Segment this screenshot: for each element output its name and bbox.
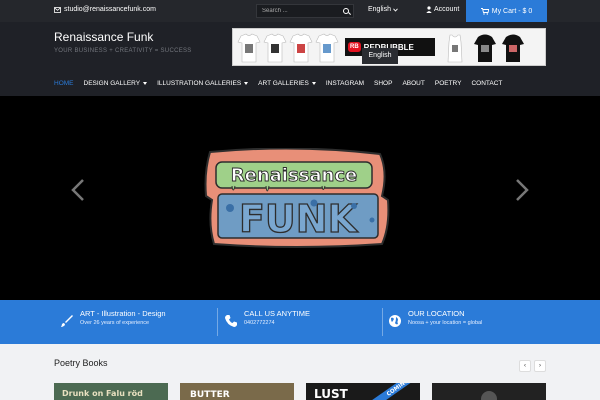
language-dropdown-option[interactable]: English <box>362 48 398 64</box>
hoodie-thumbnail <box>502 34 524 62</box>
tank-top-thumbnail <box>447 34 463 63</box>
poetry-books-section: Poetry Books ‹ › Drunk on Falu röd BUTTE… <box>0 344 600 400</box>
cart-icon <box>480 7 489 15</box>
account-link[interactable]: Account <box>426 6 459 13</box>
books-prev-button[interactable]: ‹ <box>519 360 531 372</box>
globe-icon <box>389 315 401 327</box>
search-icon[interactable] <box>343 8 349 14</box>
tshirt-thumbnail <box>237 33 261 63</box>
nav-art-galleries[interactable]: ART GALLERIES <box>258 80 316 87</box>
language-label: English <box>368 6 391 13</box>
feature-divider <box>382 308 383 336</box>
cart-label: My Cart - $ 0 <box>491 7 533 15</box>
account-label: Account <box>434 6 460 13</box>
book-title: Drunk on Falu röd <box>62 389 143 398</box>
nav-shop[interactable]: SHOP <box>374 80 392 87</box>
book-cover[interactable]: LUST COMING <box>306 383 420 400</box>
tshirt-thumbnail <box>263 33 287 63</box>
feature-subtitle: Noosa + your location = global <box>408 320 483 326</box>
nav-label: POETRY <box>434 80 462 87</box>
feature-title: CALL US ANYTIME <box>244 309 310 318</box>
nav-label: INSTAGRAM <box>325 80 365 87</box>
feature-subtitle[interactable]: 0402772274 <box>244 320 275 326</box>
hoodie-thumbnail <box>474 34 496 62</box>
user-icon <box>426 6 432 13</box>
logo-text-renaissance: Renaissance <box>231 165 357 186</box>
nav-contact[interactable]: CONTACT <box>471 80 502 87</box>
cart-button[interactable]: My Cart - $ 0 <box>466 0 547 22</box>
nav-home[interactable]: HOME <box>54 80 74 87</box>
caret-down-icon <box>143 82 148 85</box>
slider-prev-arrow-icon[interactable] <box>70 178 86 202</box>
nav-illustration-galleries[interactable]: ILLUSTRATION GALLERIES <box>157 80 249 87</box>
books-next-button[interactable]: › <box>534 360 546 372</box>
logo-text-funk: FUNK <box>239 197 359 241</box>
nav-label: ILLUSTRATION GALLERIES <box>157 80 242 87</box>
book-title: BUTTER <box>190 390 230 400</box>
language-selector[interactable]: English <box>368 6 398 13</box>
nav-label: HOME <box>54 80 74 87</box>
nav-design-gallery[interactable]: DESIGN GALLERY <box>84 80 148 87</box>
site-title[interactable]: Renaissance Funk <box>54 30 153 44</box>
tshirt-thumbnail <box>289 33 313 63</box>
search-box <box>256 4 354 18</box>
caret-down-icon <box>244 82 249 85</box>
feature-title: OUR LOCATION <box>408 309 465 318</box>
hero-slider: Renaissance FUNK <box>0 96 600 300</box>
top-bar: studio@renaissancefunk.com English Accou… <box>0 0 600 22</box>
feature-subtitle: Over 26 years of experience <box>80 320 150 326</box>
book-title: LUST <box>314 387 349 400</box>
search-input[interactable] <box>262 6 336 16</box>
brush-icon <box>61 315 73 327</box>
slider-next-arrow-icon[interactable] <box>514 178 530 202</box>
renaissance-funk-logo: Renaissance FUNK <box>204 148 390 248</box>
section-title: Poetry Books <box>54 358 108 368</box>
nav-label: ABOUT <box>402 80 425 87</box>
feature-title: ART - Illustration - Design <box>80 309 166 318</box>
features-bar: ART - Illustration - Design Over 26 year… <box>0 300 600 344</box>
nav-poetry[interactable]: POETRY <box>435 80 462 87</box>
caret-down-icon <box>311 82 316 85</box>
site-tagline: YOUR BUSINESS + CREATIVITY = SUCCESS <box>54 48 192 54</box>
envelope-icon <box>54 6 61 13</box>
book-cover[interactable]: BUTTER <box>180 383 294 400</box>
nav-label: CONTACT <box>471 80 503 87</box>
main-nav: HOME DESIGN GALLERY ILLUSTRATION GALLERI… <box>54 80 512 87</box>
phone-icon <box>225 315 237 327</box>
nav-label: DESIGN GALLERY <box>83 80 141 87</box>
nav-label: ART GALLERIES <box>258 80 309 87</box>
site-header: Renaissance Funk YOUR BUSINESS + CREATIV… <box>0 22 600 96</box>
tshirt-thumbnail <box>315 33 339 63</box>
book-cover[interactable] <box>432 383 546 400</box>
email-link[interactable]: studio@renaissancefunk.com <box>54 6 156 13</box>
book-cover-art: LUST COMING <box>306 383 420 400</box>
nav-label: SHOP <box>374 80 393 87</box>
feature-divider <box>217 308 218 336</box>
nav-about[interactable]: ABOUT <box>402 80 424 87</box>
redbubble-badge: RB <box>348 42 361 52</box>
book-cover-art: BUTTER <box>180 383 294 400</box>
book-cover-art <box>432 383 546 400</box>
book-cover-art: Drunk on Falu röd <box>54 383 168 400</box>
nav-instagram[interactable]: INSTAGRAM <box>326 80 364 87</box>
chevron-down-icon <box>393 7 398 12</box>
book-cover[interactable]: Drunk on Falu röd <box>54 383 168 400</box>
email-text: studio@renaissancefunk.com <box>64 6 156 13</box>
